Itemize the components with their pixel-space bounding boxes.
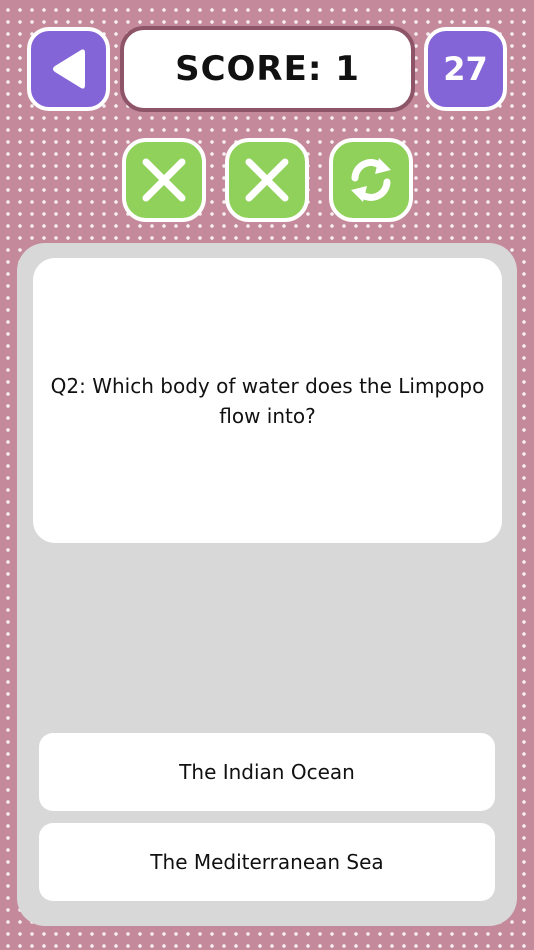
question-card: Q2: Which body of water does the Limpopo…	[33, 258, 502, 543]
answer-button-2[interactable]: The Mediterranean Sea	[39, 823, 495, 901]
back-button[interactable]	[27, 27, 110, 111]
lifeline-button-3[interactable]	[329, 138, 413, 222]
question-text: Q2: Which body of water does the Limpopo…	[50, 373, 485, 428]
score-display: SCORE: 1	[120, 26, 415, 112]
timer-badge: 27	[424, 27, 507, 111]
answer-label: The Mediterranean Sea	[150, 850, 384, 874]
answer-label: The Indian Ocean	[179, 760, 355, 784]
close-icon	[142, 158, 186, 202]
refresh-icon	[351, 158, 391, 202]
back-triangle-icon	[52, 49, 85, 89]
timer-value: 27	[443, 50, 488, 88]
score-label: SCORE: 1	[175, 49, 360, 89]
answer-button-1[interactable]: The Indian Ocean	[39, 733, 495, 811]
close-icon	[245, 158, 289, 202]
lifeline-button-1[interactable]	[122, 138, 206, 222]
lifeline-button-2[interactable]	[225, 138, 309, 222]
